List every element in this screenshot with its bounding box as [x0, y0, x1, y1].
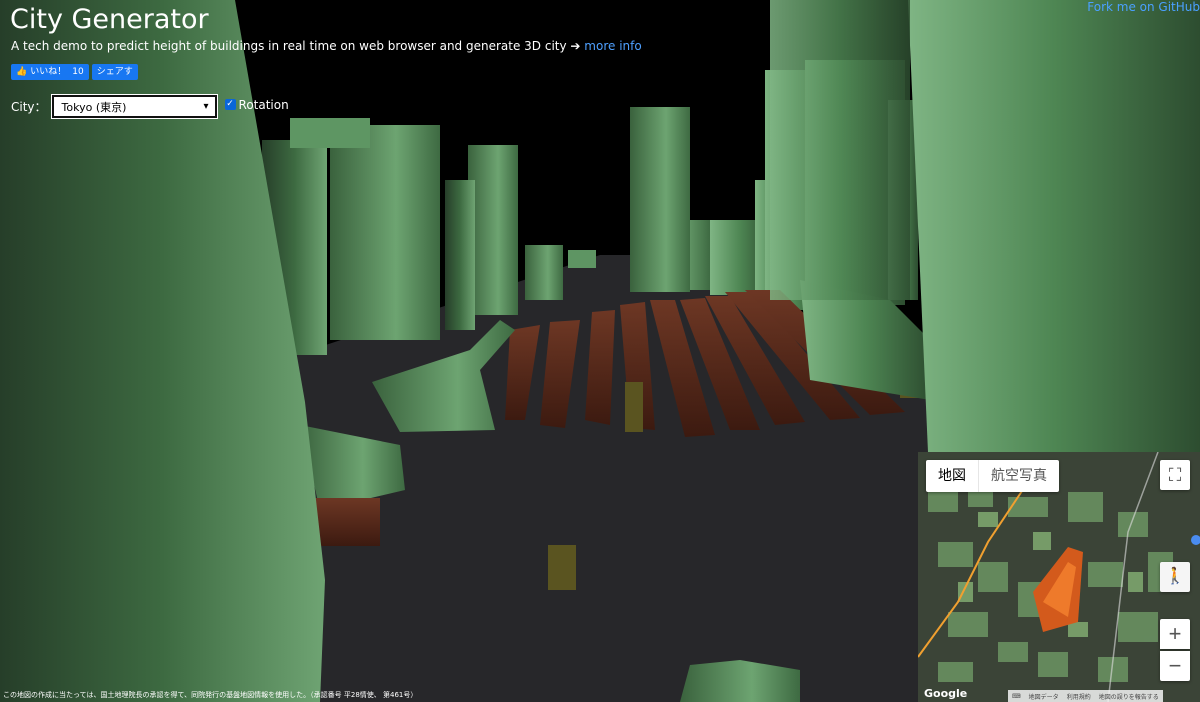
rotation-checkbox[interactable]: ✓	[224, 99, 236, 110]
pegman-icon: 🚶	[1165, 568, 1185, 585]
keyboard-icon: ⌨	[1012, 693, 1021, 700]
facebook-like-button[interactable]: 👍 いいね！ 10	[11, 64, 89, 80]
tab-map[interactable]: 地図	[926, 460, 978, 492]
city-selected-value: Tokyo (東京)	[61, 100, 127, 114]
tab-aerial[interactable]: 航空写真	[978, 460, 1059, 492]
rotation-toggle[interactable]: ✓ Rotation	[224, 97, 289, 112]
like-label: いいね！	[30, 67, 67, 77]
fullscreen-button[interactable]: ⛶	[1160, 460, 1190, 490]
map-type-tabs: 地図 航空写真	[926, 460, 1059, 492]
chevron-down-icon: ▾	[203, 101, 209, 112]
terms-link[interactable]: 利用規約	[1067, 692, 1091, 701]
near-building-right	[908, 0, 1200, 452]
zoom-in-button[interactable]: +	[1160, 619, 1190, 649]
city-label: City：	[11, 100, 47, 114]
report-error-link[interactable]: 地図の誤りを報告する	[1099, 692, 1159, 701]
map-footer: ⌨ 地図データ 利用規約 地図の誤りを報告する	[1008, 690, 1163, 702]
page-subtitle: A tech demo to predict height of buildin…	[11, 39, 642, 53]
social-buttons: 👍 いいね！ 10 シェアす	[11, 64, 138, 80]
zoom-out-button[interactable]: −	[1160, 651, 1190, 681]
page-title: City Generator	[10, 4, 209, 35]
thumbs-up-icon: 👍	[16, 67, 28, 77]
subtitle-text: A tech demo to predict height of buildin…	[11, 39, 581, 53]
fork-me-github-link[interactable]: Fork me on GitHub	[1087, 0, 1200, 14]
fullscreen-icon: ⛶	[1168, 465, 1182, 485]
street-view-pegman[interactable]: 🚶	[1160, 562, 1190, 592]
map-data-link[interactable]: 地図データ	[1029, 692, 1059, 701]
like-count: 10	[72, 67, 84, 77]
minimap[interactable]: 地図 航空写真 ⛶ 🚶 + − Google ⌨ 地図データ 利用規約 地図の誤…	[918, 452, 1200, 702]
facebook-share-button[interactable]: シェアす	[91, 64, 138, 80]
more-info-link[interactable]: more info	[584, 39, 641, 53]
city-controls: City： Tokyo (東京) ▾ ✓ Rotation	[11, 94, 289, 119]
rotation-label: Rotation	[238, 97, 289, 112]
map-credit-notice: この地図の作成に当たっては、国土地理院長の承認を得て、同院発行の基盤地図情報を使…	[3, 691, 418, 699]
google-logo: Google	[924, 687, 968, 700]
city-select[interactable]: Tokyo (東京) ▾	[50, 94, 218, 119]
